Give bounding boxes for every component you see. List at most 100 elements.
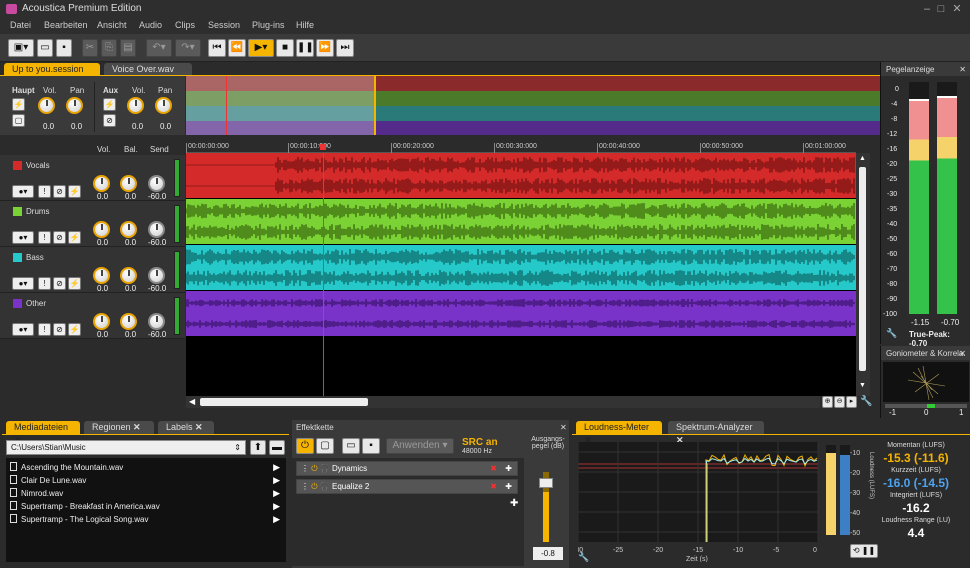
- output-slider-handle[interactable]: [539, 478, 553, 488]
- zoom-menu-icon[interactable]: ▸: [846, 396, 857, 408]
- track-vol-knob[interactable]: [93, 313, 110, 330]
- menu-hilfe[interactable]: Hilfe: [296, 20, 314, 30]
- track-color-swatch[interactable]: [13, 207, 22, 216]
- master-pan-knob[interactable]: [66, 97, 83, 114]
- bypass-icon[interactable]: ⊘: [53, 231, 66, 244]
- add-effect-icon[interactable]: ✚: [510, 498, 518, 509]
- aux-bypass-icon[interactable]: ⊘: [103, 114, 116, 127]
- track-bal-knob[interactable]: [120, 313, 137, 330]
- redo-icon[interactable]: ↷▾: [175, 39, 201, 57]
- menu-bearbeiten[interactable]: Bearbeiten: [44, 20, 88, 30]
- track-bal-knob[interactable]: [120, 267, 137, 284]
- power-icon[interactable]: ⏻: [311, 482, 317, 491]
- menu-plugins[interactable]: Plug-ins: [252, 20, 285, 30]
- go-end-icon[interactable]: ⏭: [336, 39, 354, 57]
- solo-icon[interactable]: !: [38, 185, 51, 198]
- browse-folder-icon[interactable]: ▬: [269, 440, 285, 455]
- media-file-item[interactable]: Clair De Lune.wav ▶: [10, 475, 288, 487]
- fx-item-dynamics[interactable]: ⋮ ⏻ 🎧 Dynamics ✖ ✚: [296, 461, 518, 476]
- track-vol-knob[interactable]: [93, 175, 110, 192]
- solo-icon[interactable]: !: [38, 323, 51, 336]
- paste-icon[interactable]: ▤: [120, 39, 136, 57]
- track-row[interactable]: Vocals ●▾! ⊘ ⚡ 0.0 0.0 -60.0: [0, 155, 185, 201]
- output-level-value[interactable]: -0.8: [533, 547, 563, 560]
- menu-datei[interactable]: Datei: [10, 20, 31, 30]
- fast-forward-icon[interactable]: ⏩: [316, 39, 334, 57]
- track-row[interactable]: Other ●▾! ⊘ ⚡ 0.0 0.0 -60.0: [0, 293, 185, 339]
- timeline-ruler[interactable]: 00:00:00:000 00:00:10:000 00:00:20:000 0…: [186, 143, 856, 153]
- maximize-icon[interactable]: □: [934, 2, 948, 16]
- track-vol-knob[interactable]: [93, 267, 110, 284]
- copy-icon[interactable]: ⎘: [101, 39, 117, 57]
- aux-mute-icon[interactable]: ⚡: [103, 98, 116, 111]
- tab-labels[interactable]: Labels ✕: [158, 421, 214, 434]
- drag-handle-icon[interactable]: ⋮: [301, 464, 309, 473]
- wrench-icon[interactable]: 🔧: [860, 396, 872, 407]
- mute-icon[interactable]: ⚡: [68, 277, 81, 290]
- save-icon[interactable]: ▪: [56, 39, 72, 57]
- tab-mediadateien[interactable]: Mediadateien ✕: [6, 421, 80, 445]
- clipboard-icon[interactable]: ▢: [316, 438, 334, 454]
- close-icon[interactable]: ✕: [959, 349, 966, 358]
- track-row[interactable]: Drums ●▾! ⊘ ⚡ 0.0 0.0 -60.0: [0, 201, 185, 247]
- bypass-icon[interactable]: ⊘: [53, 185, 66, 198]
- session-overview[interactable]: [186, 76, 880, 135]
- track-bal-knob[interactable]: [120, 175, 137, 192]
- track-send-knob[interactable]: [148, 221, 165, 238]
- play-icon[interactable]: ▶▾: [248, 39, 274, 57]
- save-preset-icon[interactable]: ▪: [362, 438, 380, 454]
- power-icon[interactable]: ⏻: [296, 438, 314, 454]
- zoom-out-icon[interactable]: ⊖: [834, 396, 845, 408]
- record-button[interactable]: ●▾: [12, 277, 34, 290]
- vertical-scrollbar[interactable]: ▲ ▼: [856, 153, 870, 396]
- add-icon[interactable]: ✚: [505, 462, 512, 475]
- wrench-icon[interactable]: 🔧: [578, 552, 589, 563]
- menu-clips[interactable]: Clips: [175, 20, 195, 30]
- stop-icon[interactable]: ■: [276, 39, 294, 57]
- menu-ansicht[interactable]: Ansicht: [97, 20, 127, 30]
- track-vol-knob[interactable]: [93, 221, 110, 238]
- rewind-icon[interactable]: ⏪: [228, 39, 246, 57]
- record-button[interactable]: ●▾: [12, 185, 34, 198]
- track-bal-knob[interactable]: [120, 221, 137, 238]
- reset-pause-button[interactable]: ⟲ ❚❚: [850, 544, 878, 558]
- close-icon[interactable]: ✕: [195, 422, 203, 432]
- remove-icon[interactable]: ✖: [490, 480, 497, 493]
- overview-viewport-edge[interactable]: [374, 76, 376, 135]
- media-file-item[interactable]: Nimrod.wav ▶: [10, 488, 288, 500]
- track-name[interactable]: Vocals: [26, 161, 50, 170]
- open-preset-icon[interactable]: ▭: [342, 438, 360, 454]
- headphones-icon[interactable]: 🎧: [320, 464, 330, 473]
- wrench-icon[interactable]: 🔧: [886, 328, 897, 339]
- track-send-knob[interactable]: [148, 175, 165, 192]
- minimize-icon[interactable]: –: [920, 2, 934, 16]
- tab-regionen[interactable]: Regionen ✕: [84, 421, 154, 434]
- play-icon[interactable]: ▶: [273, 488, 280, 499]
- up-folder-icon[interactable]: ⬆: [250, 440, 266, 455]
- close-icon[interactable]: ✕: [950, 2, 964, 16]
- track-color-swatch[interactable]: [13, 299, 22, 308]
- master-routing-icon[interactable]: ▢: [12, 114, 25, 127]
- pause-icon[interactable]: ❚❚: [296, 39, 314, 57]
- scroll-left-icon[interactable]: ◀: [189, 397, 195, 406]
- track-name[interactable]: Other: [26, 299, 46, 308]
- close-icon[interactable]: ✕: [133, 422, 141, 432]
- menu-audio[interactable]: Audio: [139, 20, 162, 30]
- mute-icon[interactable]: ⚡: [68, 231, 81, 244]
- aux-pan-knob[interactable]: [155, 97, 172, 114]
- media-file-item[interactable]: Supertramp - The Logical Song.wav ▶: [10, 514, 288, 526]
- track-send-knob[interactable]: [148, 313, 165, 330]
- solo-icon[interactable]: !: [38, 231, 51, 244]
- record-button[interactable]: ●▾: [12, 231, 34, 244]
- tab-loudness-meter[interactable]: Loudness-Meter ✕: [576, 421, 662, 445]
- bypass-icon[interactable]: ⊘: [53, 277, 66, 290]
- track-color-swatch[interactable]: [13, 253, 22, 262]
- overview-viewport[interactable]: [186, 76, 374, 135]
- scroll-thumb[interactable]: [200, 398, 368, 406]
- headphones-icon[interactable]: 🎧: [320, 482, 330, 491]
- mute-icon[interactable]: ⚡: [68, 185, 81, 198]
- cut-icon[interactable]: ✂: [82, 39, 98, 57]
- undo-icon[interactable]: ↶▾: [146, 39, 172, 57]
- scroll-thumb[interactable]: [859, 167, 866, 371]
- master-vol-knob[interactable]: [38, 97, 55, 114]
